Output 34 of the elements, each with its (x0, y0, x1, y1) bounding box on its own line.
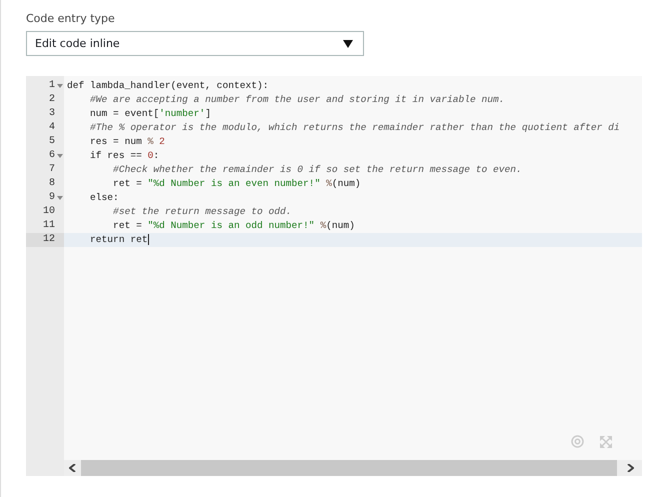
field-label: Code entry type (26, 12, 116, 27)
scroll-right-icon[interactable] (617, 460, 642, 476)
fold-icon[interactable] (56, 196, 62, 200)
code-line: res = num % 2 (89, 135, 166, 149)
line-number: 8 (48, 177, 55, 191)
fold-icon[interactable] (56, 84, 62, 88)
fold-icon[interactable] (56, 154, 62, 158)
code-line: #set the return message to odd. (112, 205, 293, 219)
line-number: 11 (42, 219, 55, 233)
line-number: 1 (48, 79, 55, 93)
line-number: 5 (48, 135, 55, 149)
fullscreen-icon[interactable] (600, 436, 612, 448)
code-line: if res == 0: (89, 149, 160, 163)
code-entry-dropdown[interactable]: Edit code inline (26, 31, 364, 56)
line-number: 10 (42, 205, 55, 219)
settings-icon[interactable] (571, 435, 584, 448)
line-number: 2 (48, 93, 55, 107)
code-line: #We are accepting a number from the user and storing it in variable num. (89, 93, 506, 107)
code-line: #Check whether the remainder is 0 if so set the return message to even. (112, 163, 523, 177)
scrollbar-thumb[interactable] (81, 460, 617, 476)
line-number: 7 (48, 163, 55, 177)
code-line: else: (89, 191, 120, 205)
line-number: 6 (48, 149, 55, 163)
line-number: 9 (48, 191, 55, 205)
code-line: num = event['number'] (89, 107, 212, 121)
code-line: ret = "%d Number is an odd number!" %(num) (112, 219, 356, 233)
code-line: def lambda_handler(event, context): (66, 79, 270, 93)
line-number: 3 (48, 107, 55, 121)
line-number: 4 (48, 121, 55, 135)
line-number: 12 (42, 233, 55, 247)
scroll-left-icon[interactable] (64, 460, 81, 476)
code-line: #The % operator is the modulo, which returns the remainder rather than the quotient after di (89, 121, 621, 135)
caret-icon (343, 40, 353, 48)
code-line: ret = "%d Number is an even number!" %(num) (112, 177, 362, 191)
